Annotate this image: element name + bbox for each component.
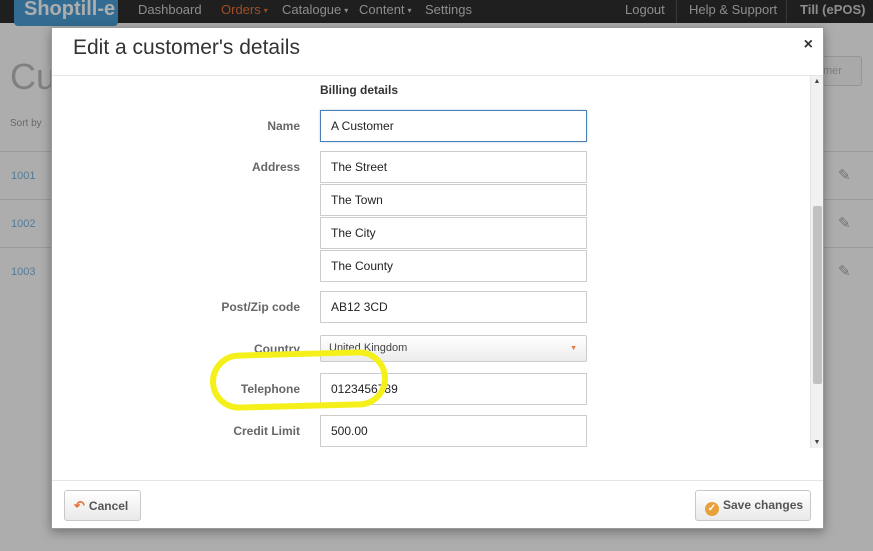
dropdown-arrow-icon: ▼ xyxy=(570,345,577,352)
address-line-1-field[interactable] xyxy=(320,151,587,183)
telephone-field[interactable] xyxy=(320,373,587,405)
modal-body: Billing details Name Address Post/Zip co… xyxy=(52,76,823,448)
address-label: Address xyxy=(251,160,300,174)
modal-scrollbar[interactable]: ▲ ▼ xyxy=(810,76,823,448)
close-icon[interactable]: × xyxy=(804,36,813,54)
telephone-label: Telephone xyxy=(240,382,300,396)
country-selected-value: United Kingdom xyxy=(329,342,408,354)
scroll-down-arrow-icon[interactable]: ▼ xyxy=(811,439,823,446)
address-line-2-field[interactable] xyxy=(320,184,587,216)
name-field[interactable] xyxy=(320,110,587,142)
modal-footer: ↶ Cancel ✓ Save changes xyxy=(52,480,823,528)
country-select[interactable]: United Kingdom ▼ xyxy=(320,335,587,362)
modal-title: Edit a customer's details xyxy=(73,36,300,59)
billing-details-heading: Billing details xyxy=(320,83,399,97)
cancel-button[interactable]: ↶ Cancel xyxy=(64,490,141,521)
scrollbar-thumb[interactable] xyxy=(813,206,822,384)
scroll-up-arrow-icon[interactable]: ▲ xyxy=(811,78,823,85)
edit-customer-modal: Edit a customer's details × Billing deta… xyxy=(51,27,824,529)
postcode-field[interactable] xyxy=(320,291,587,323)
credit-limit-field[interactable] xyxy=(320,415,587,447)
address-line-3-field[interactable] xyxy=(320,217,587,249)
save-changes-button[interactable]: ✓ Save changes xyxy=(695,490,811,521)
check-circle-icon: ✓ xyxy=(705,502,719,516)
save-label: Save changes xyxy=(723,498,804,512)
address-line-4-field[interactable] xyxy=(320,250,587,282)
country-label: Country xyxy=(254,342,300,356)
modal-header: Edit a customer's details × xyxy=(52,28,823,76)
back-arrow-icon: ↶ xyxy=(74,498,85,513)
name-label: Name xyxy=(267,119,300,133)
cancel-label: Cancel xyxy=(88,499,129,513)
credit-limit-label: Credit Limit xyxy=(233,424,300,438)
postcode-label: Post/Zip code xyxy=(221,300,300,314)
